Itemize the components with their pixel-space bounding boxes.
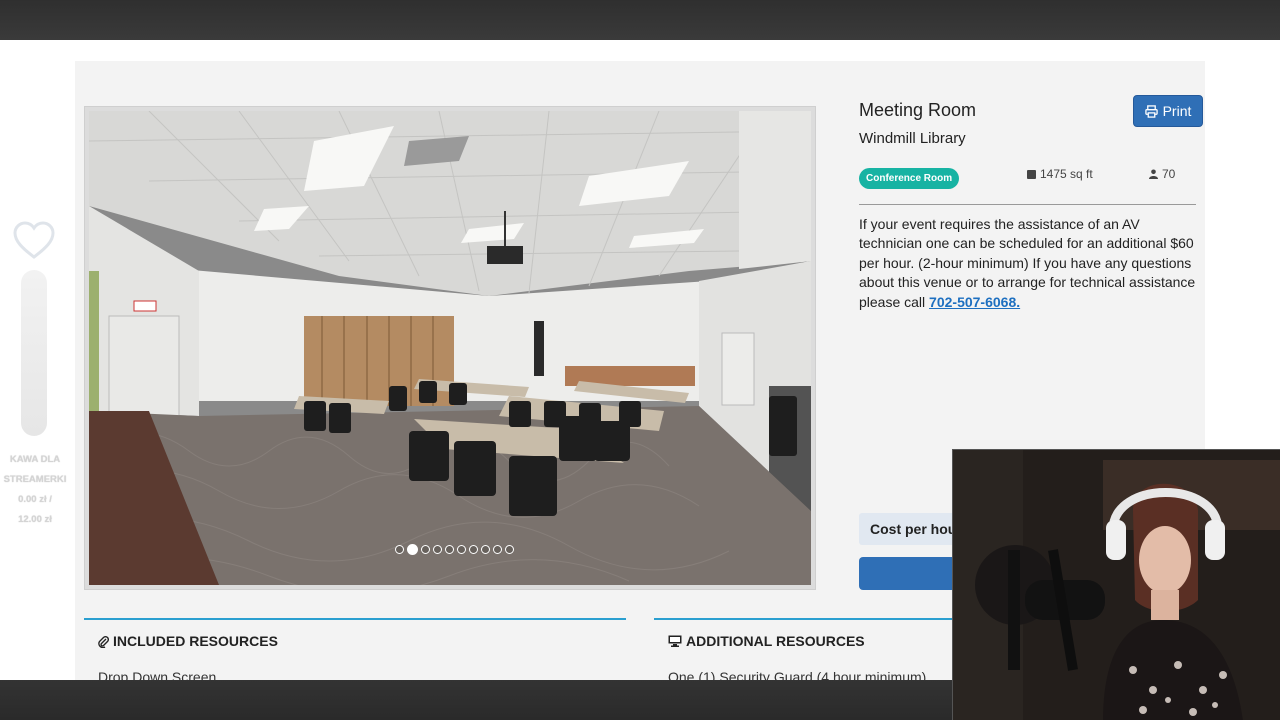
included-resources-section: INCLUDED RESOURCES Drop Down Screen — [84, 618, 626, 685]
webcam-overlay — [952, 449, 1280, 720]
gallery-dot[interactable] — [433, 545, 442, 554]
donation-line-4: 12.00 zł — [18, 514, 52, 525]
gallery-dot[interactable] — [505, 545, 514, 554]
venue-description: If your event requires the assistance of… — [859, 215, 1199, 312]
gallery-dot-active[interactable] — [407, 544, 418, 555]
cost-label: Cost per hour — [870, 521, 962, 537]
donation-progress-bar — [21, 270, 47, 436]
donation-line-1: KAWA DLA — [9, 454, 61, 465]
print-button[interactable]: Print — [1133, 95, 1203, 127]
gallery-dot[interactable] — [481, 545, 490, 554]
additional-resources-heading: ADDITIONAL RESOURCES — [654, 633, 954, 649]
donation-line-3: 0.00 zł / — [18, 494, 52, 505]
donation-text: KAWA DLA STREAMERKI 0.00 zł / 12.00 zł — [0, 450, 70, 530]
photo-gallery[interactable] — [84, 106, 816, 590]
streamer-webcam-image — [953, 450, 1280, 720]
additional-resources-section: ADDITIONAL RESOURCES One (1) Security Gu… — [654, 618, 954, 685]
included-resources-heading: INCLUDED RESOURCES — [84, 633, 626, 649]
phone-link[interactable]: 702-507-6068. — [929, 294, 1020, 310]
venue-photo[interactable] — [89, 111, 811, 585]
printer-icon — [1144, 104, 1158, 118]
venue-capacity: 70 — [1149, 167, 1175, 181]
included-resources-title: INCLUDED RESOURCES — [113, 633, 278, 649]
venue-capacity-value: 70 — [1162, 167, 1176, 181]
venue-title: Meeting Room — [859, 100, 977, 120]
square-icon — [1027, 169, 1036, 179]
donation-line-2: STREAMERKI — [3, 474, 67, 485]
gallery-dots — [395, 544, 514, 555]
gallery-dot[interactable] — [493, 545, 502, 554]
gallery-dot[interactable] — [457, 545, 466, 554]
additional-resources-title: ADDITIONAL RESOURCES — [686, 633, 865, 649]
paperclip-icon — [98, 635, 109, 648]
divider — [859, 204, 1196, 205]
section-rule — [84, 618, 626, 620]
meeting-room-photo — [89, 111, 811, 585]
print-button-label: Print — [1162, 103, 1192, 119]
user-icon — [1149, 169, 1158, 179]
browser-top-bar — [0, 0, 1280, 40]
gallery-dot[interactable] — [445, 545, 454, 554]
gallery-dot[interactable] — [469, 545, 478, 554]
venue-type-badge: Conference Room — [859, 168, 960, 189]
venue-size-value: 1475 sq ft — [1040, 167, 1093, 181]
venue-size: 1475 sq ft — [1027, 167, 1093, 181]
monitor-icon — [668, 635, 682, 647]
gallery-dot[interactable] — [395, 545, 404, 554]
section-rule — [654, 618, 954, 620]
venue-description-text: If your event requires the assistance of… — [859, 216, 1196, 310]
heart-icon — [12, 220, 56, 260]
gallery-dot[interactable] — [421, 545, 430, 554]
venue-location: Windmill Library — [859, 130, 966, 147]
donation-widget: KAWA DLA STREAMERKI 0.00 zł / 12.00 zł — [0, 220, 70, 540]
